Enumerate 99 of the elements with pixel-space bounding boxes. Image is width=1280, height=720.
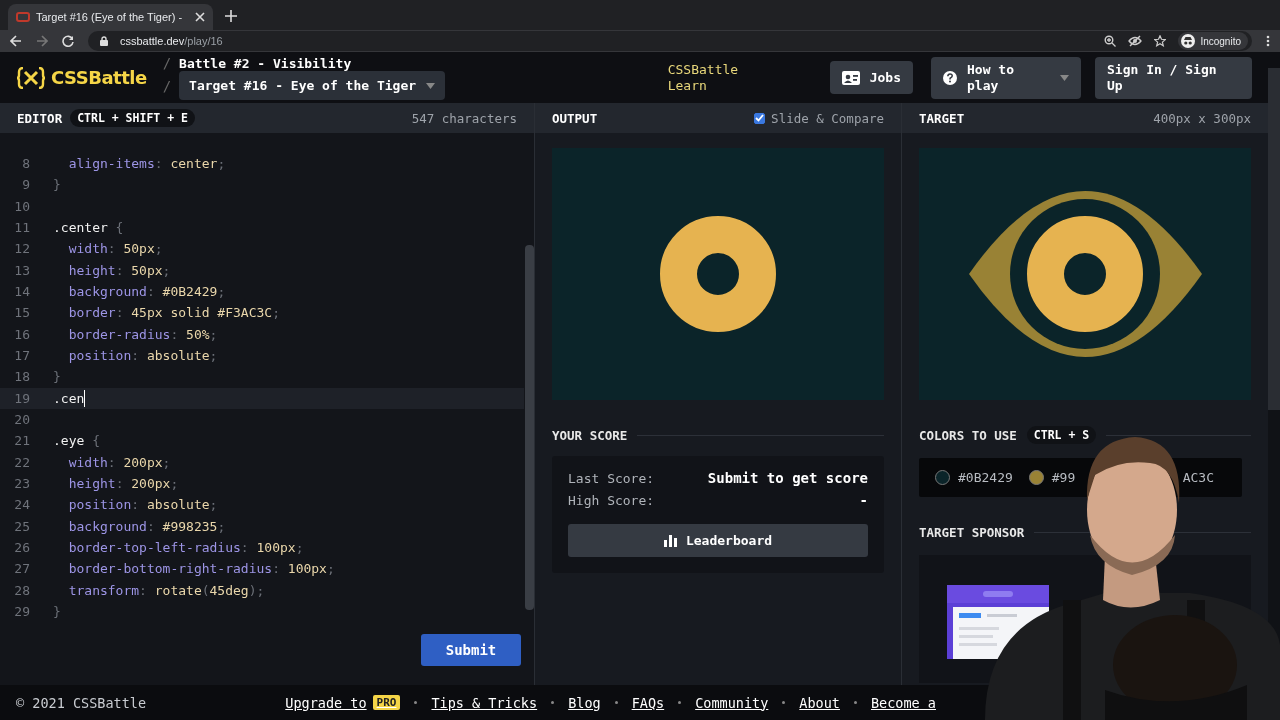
code-line[interactable]: position: absolute; — [53, 497, 218, 513]
slide-compare-checkbox[interactable]: Slide & Compare — [754, 110, 884, 126]
caret-icon — [1060, 74, 1069, 81]
bar-chart-icon — [663, 534, 678, 547]
scrollbar[interactable] — [1268, 68, 1280, 410]
browser-tab[interactable]: Target #16 (Eye of the Tiger) - — [8, 4, 213, 30]
breadcrumb-separator: / — [162, 77, 172, 94]
score-label: Last Score: — [568, 470, 656, 486]
copyright-text: © 2021 CSSBattle — [16, 694, 147, 711]
line-number: 11 — [13, 220, 30, 236]
footer-link[interactable]: About — [799, 694, 840, 711]
line-number: 8 — [21, 156, 30, 172]
line-number: 27 — [13, 561, 30, 577]
line-number: 24 — [13, 497, 30, 513]
line-number: 21 — [13, 433, 30, 449]
code-line[interactable]: height: 50px; — [53, 262, 171, 278]
code-line[interactable]: border-top-left-radius: 100px; — [53, 540, 304, 556]
code-line[interactable]: } — [53, 177, 61, 193]
footer-link[interactable]: Blog — [568, 694, 601, 711]
how-to-play-button[interactable]: How to play — [931, 56, 1081, 99]
line-number: 23 — [13, 476, 30, 492]
code-line[interactable]: width: 50px; — [53, 241, 163, 257]
profile-chip[interactable]: Incognito — [1178, 32, 1248, 50]
line-number: 10 — [13, 198, 30, 214]
lock-icon — [100, 36, 108, 46]
line-number: 15 — [13, 305, 30, 321]
code-line[interactable]: .center { — [53, 220, 124, 236]
check-icon — [755, 114, 765, 122]
footer-link[interactable]: Become a — [870, 694, 936, 711]
line-number: 12 — [13, 241, 30, 257]
close-icon[interactable] — [195, 12, 205, 22]
reload-icon[interactable] — [62, 35, 74, 47]
code-line[interactable]: position: absolute; — [53, 348, 218, 364]
incognito-icon — [1181, 34, 1196, 48]
line-number: 16 — [13, 326, 30, 342]
footer-link[interactable]: Community — [695, 694, 769, 711]
footer-link[interactable]: Tips & Tricks — [431, 694, 538, 711]
target-dropdown[interactable]: Target #16 - Eye of the Tiger — [179, 71, 446, 100]
code-line[interactable]: } — [53, 604, 61, 620]
line-number: 9 — [21, 177, 30, 193]
footer-link[interactable]: FAQs — [631, 694, 665, 711]
kebab-menu-icon[interactable] — [1266, 35, 1270, 47]
code-line[interactable]: background: #998235; — [53, 518, 226, 534]
section-title: YOUR SCORE — [552, 427, 628, 443]
submit-button[interactable]: Submit — [421, 634, 521, 667]
code-line[interactable]: background: #0B2429; — [53, 284, 226, 300]
code-line[interactable]: border: 45px solid #F3AC3C; — [53, 305, 280, 321]
line-number: 25 — [13, 518, 30, 534]
scrollbar[interactable] — [525, 245, 534, 610]
back-icon[interactable] — [10, 35, 22, 47]
code-line[interactable]: border-bottom-right-radius: 100px; — [53, 561, 335, 577]
code-line[interactable]: align-items: center; — [53, 156, 226, 172]
code-line[interactable]: .eye { — [53, 433, 100, 449]
battle-link[interactable]: Battle #2 - Visibility — [179, 56, 352, 70]
leaderboard-button[interactable]: Leaderboard — [568, 524, 868, 557]
shortcut-badge: CTRL + SHIFT + E — [70, 109, 195, 127]
score-value: - — [858, 492, 868, 508]
footer-link[interactable]: Upgrade to PRO — [285, 694, 401, 711]
caret-icon — [426, 82, 436, 89]
line-number: 14 — [13, 284, 30, 300]
score-value: Submit to get score — [707, 470, 868, 486]
jobs-button[interactable]: Jobs — [829, 61, 913, 94]
code-line[interactable]: .cen — [53, 389, 86, 407]
zoom-icon[interactable] — [1104, 35, 1117, 47]
line-number: 22 — [13, 454, 30, 470]
line-number: 29 — [13, 604, 30, 620]
target-size: 400px x 300px — [1153, 110, 1251, 126]
line-number: 19 — [13, 390, 30, 406]
eye-slash-icon[interactable] — [1128, 35, 1143, 47]
star-icon[interactable] — [1154, 35, 1167, 47]
sign-in-button[interactable]: Sign In / Sign Up — [1095, 56, 1252, 99]
code-line[interactable]: border-radius: 50%; — [53, 326, 218, 342]
line-number: 17 — [13, 348, 30, 364]
panel-title: OUTPUT — [552, 110, 598, 126]
question-icon — [943, 70, 957, 85]
favicon-icon — [16, 12, 30, 22]
line-number: 26 — [13, 540, 30, 556]
new-tab-icon[interactable] — [225, 10, 237, 22]
line-number: 18 — [13, 369, 30, 385]
line-number: 20 — [13, 412, 30, 428]
url-text: cssbattle.dev/play/16 — [120, 35, 223, 47]
code-line[interactable]: transform: rotate(45deg); — [53, 582, 265, 598]
code-line[interactable]: height: 200px; — [53, 476, 179, 492]
logo-icon — [16, 66, 46, 89]
id-card-icon — [841, 70, 860, 85]
line-number: 13 — [13, 262, 30, 278]
brand-name[interactable]: CSSBattle — [51, 67, 147, 88]
score-label: High Score: — [568, 492, 656, 508]
color-swatch[interactable] — [935, 470, 950, 485]
character-count: 547 characters — [411, 110, 517, 126]
forward-icon[interactable] — [36, 35, 48, 47]
learn-link[interactable]: CSSBattle Learn — [667, 61, 748, 94]
panel-title: EDITOR — [17, 110, 63, 126]
line-number: 28 — [13, 582, 30, 598]
breadcrumb-separator: / — [162, 55, 172, 71]
code-line[interactable]: } — [53, 369, 61, 385]
code-line[interactable]: width: 200px; — [53, 454, 171, 470]
panel-title: TARGET — [919, 110, 965, 126]
address-bar[interactable]: cssbattle.dev/play/16 Incognito — [88, 31, 1252, 51]
